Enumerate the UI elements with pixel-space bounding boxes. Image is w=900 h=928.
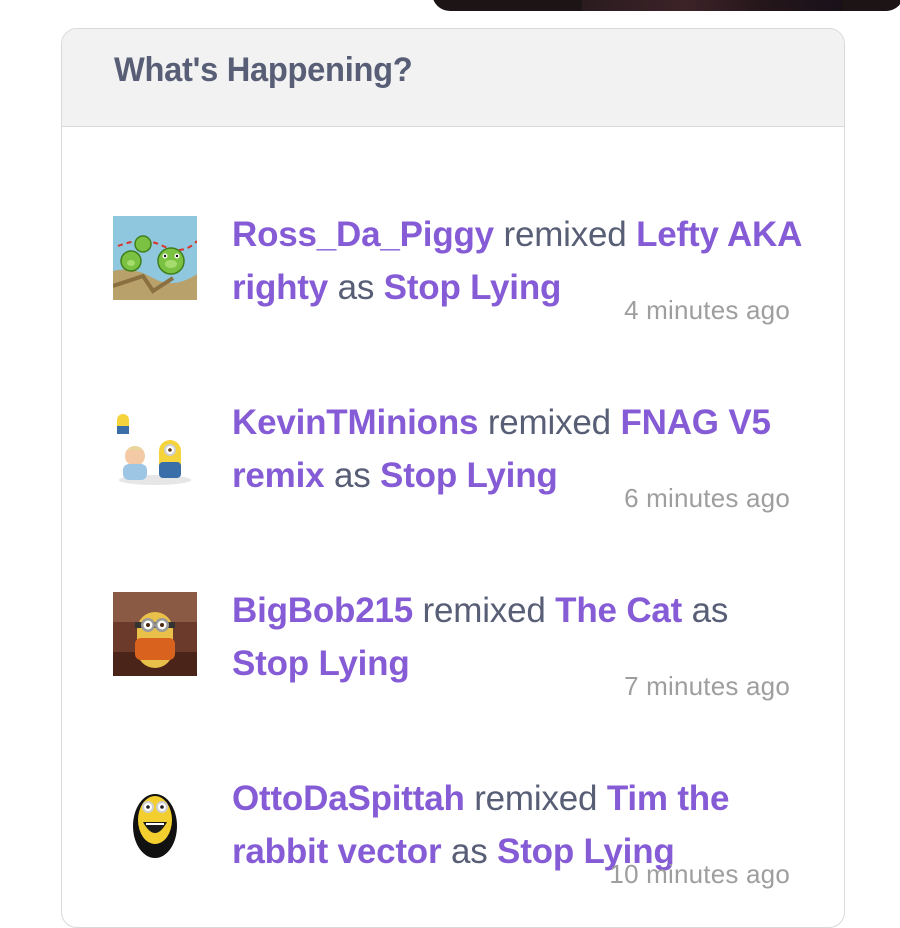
joiner-text: as xyxy=(337,268,375,307)
action-text: remixed xyxy=(474,779,598,818)
activity-timestamp: 6 minutes ago xyxy=(624,483,790,513)
activity-timestamp: 7 minutes ago xyxy=(624,671,790,701)
remix-project-link[interactable]: Stop Lying xyxy=(384,268,562,307)
joiner-text: as xyxy=(691,591,729,630)
panel-header: What's Happening? xyxy=(62,29,844,127)
video-thumbnail-edge[interactable] xyxy=(432,0,900,11)
username-link[interactable]: KevinTMinions xyxy=(232,403,478,442)
action-text: remixed xyxy=(487,403,611,442)
user-avatar[interactable] xyxy=(113,404,197,488)
username-link[interactable]: OttoDaSpittah xyxy=(232,779,465,818)
activity-timestamp: 4 minutes ago xyxy=(624,295,790,325)
whats-happening-panel: What's Happening? Ross_Da_Piggy remixed … xyxy=(61,28,845,928)
panel-title: What's Happening? xyxy=(114,51,413,89)
activity-timestamp: 10 minutes ago xyxy=(609,859,790,889)
username-link[interactable]: Ross_Da_Piggy xyxy=(232,215,494,254)
remix-project-link[interactable]: Stop Lying xyxy=(380,456,558,495)
joiner-text: as xyxy=(450,832,488,871)
minion-helmet-avatar-icon xyxy=(113,780,197,864)
source-project-link[interactable]: The Cat xyxy=(555,591,682,630)
minion-photo-avatar-icon xyxy=(113,592,197,676)
user-avatar[interactable] xyxy=(113,780,197,864)
username-link[interactable]: BigBob215 xyxy=(232,591,413,630)
minion-and-baby-avatar-icon xyxy=(113,404,197,488)
user-avatar[interactable] xyxy=(113,216,197,300)
joiner-text: as xyxy=(333,456,371,495)
user-avatar[interactable] xyxy=(113,592,197,676)
action-text: remixed xyxy=(503,215,627,254)
action-text: remixed xyxy=(422,591,546,630)
angry-birds-pigs-avatar-icon xyxy=(113,216,197,300)
remix-project-link[interactable]: Stop Lying xyxy=(232,644,410,683)
